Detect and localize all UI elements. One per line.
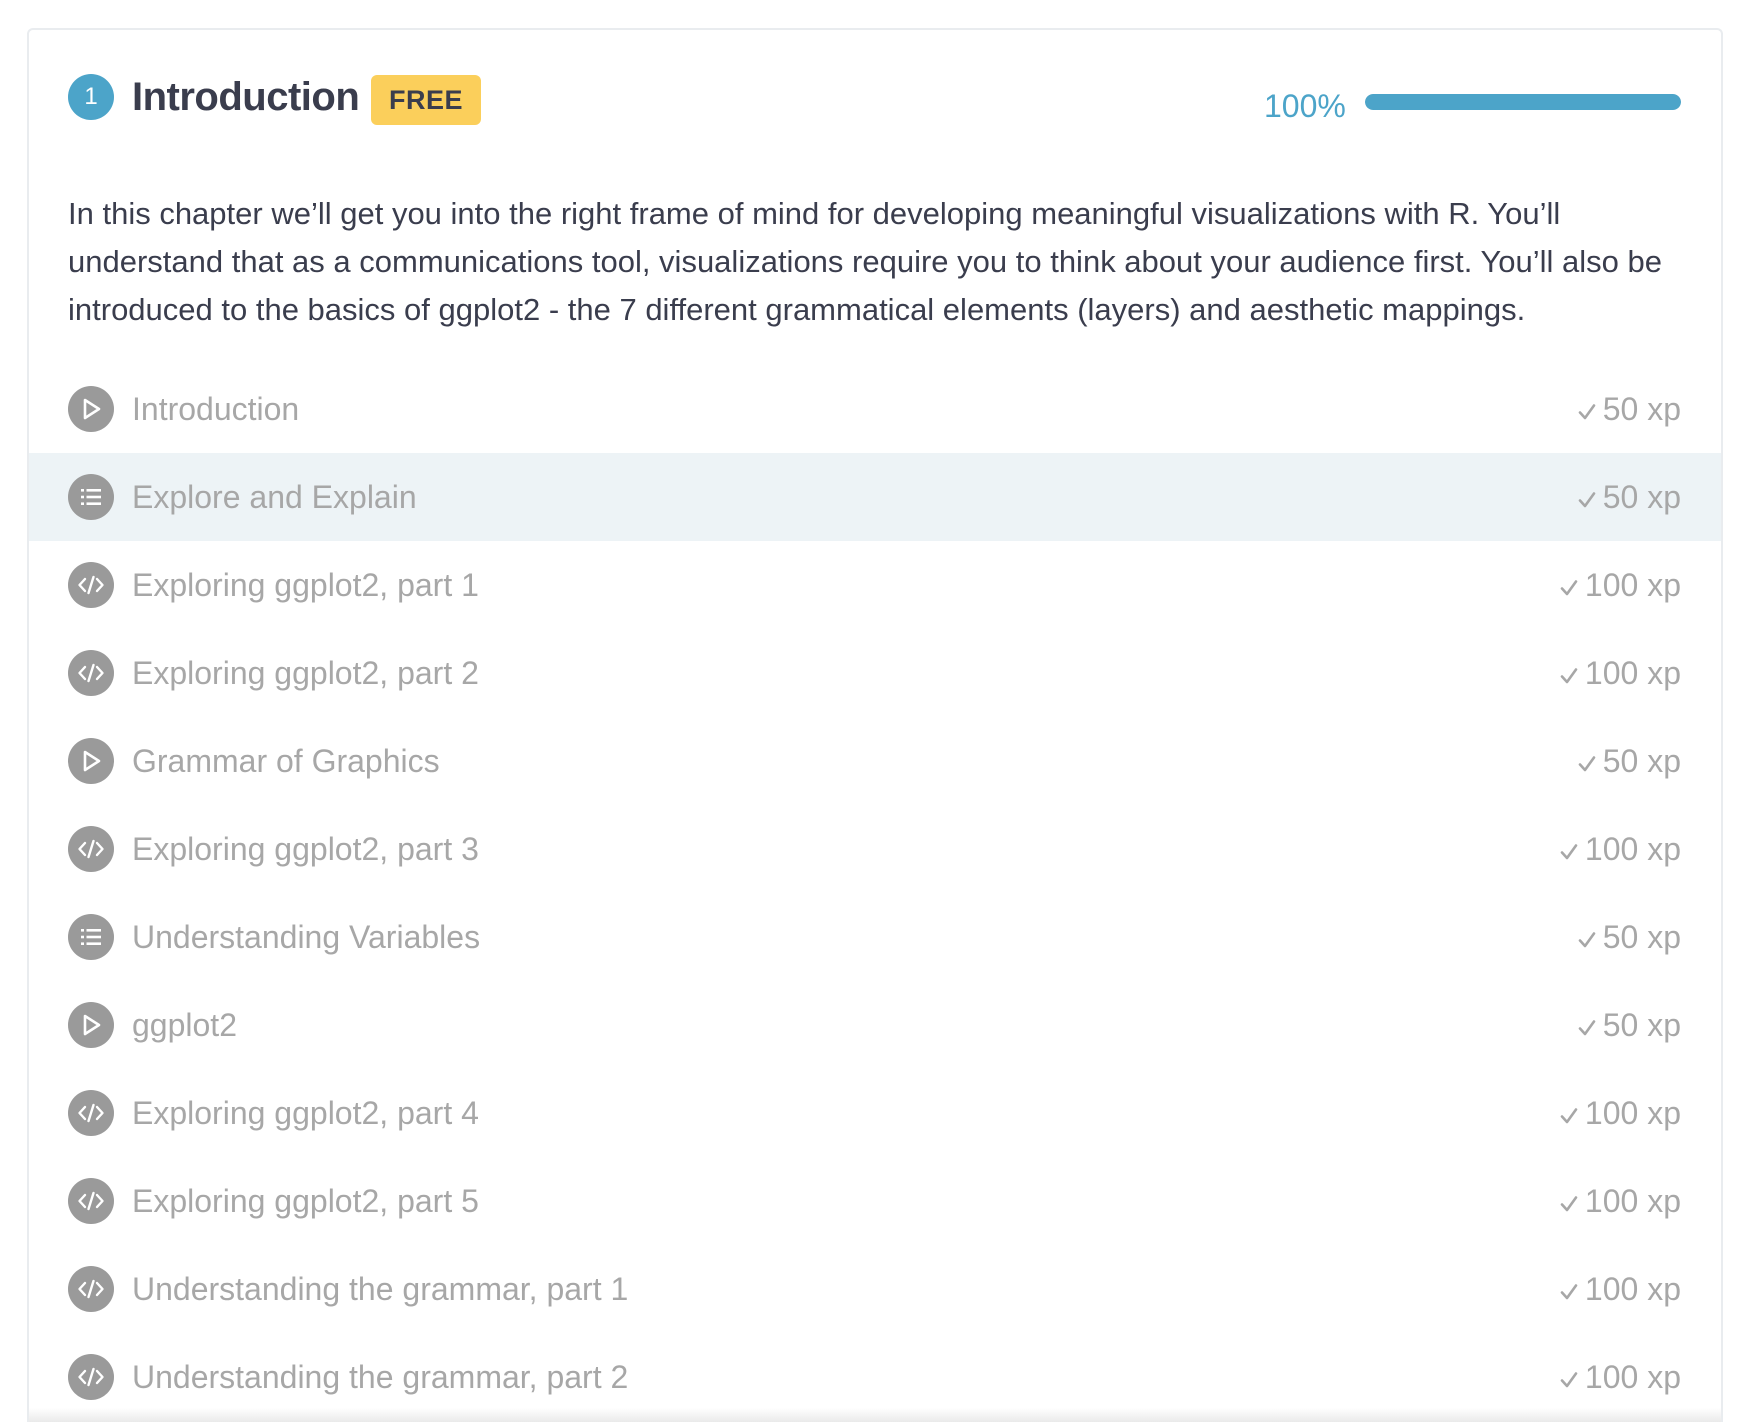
exercise-row[interactable]: Exploring ggplot2, part 5 100 xp xyxy=(29,1157,1721,1245)
exercise-row[interactable]: Exploring ggplot2, part 1 100 xp xyxy=(29,541,1721,629)
exercise-row[interactable]: Grammar of Graphics 50 xp xyxy=(29,717,1721,805)
progress-percent: 100% xyxy=(1264,88,1346,124)
exercise-title[interactable]: Understanding Variables xyxy=(132,893,480,981)
exercise-title[interactable]: Introduction xyxy=(132,365,299,453)
free-badge: FREE xyxy=(371,75,481,125)
exercise-row[interactable]: Exploring ggplot2, part 2 100 xp xyxy=(29,629,1721,717)
exercise-xp: 50 xp xyxy=(1577,893,1681,981)
code-icon xyxy=(68,562,114,608)
exercise-row[interactable]: Exploring ggplot2, part 4 100 xp xyxy=(29,1069,1721,1157)
exercise-xp-value: 100 xp xyxy=(1584,1359,1681,1395)
checkmark-icon xyxy=(1577,919,1603,955)
code-icon xyxy=(68,826,114,872)
play-icon xyxy=(68,1002,114,1048)
code-icon xyxy=(68,1354,114,1400)
exercise-xp: 50 xp xyxy=(1577,365,1681,453)
checkmark-icon xyxy=(1559,1359,1585,1395)
exercise-xp: 50 xp xyxy=(1577,717,1681,805)
exercise-xp-value: 100 xp xyxy=(1584,567,1681,603)
exercise-title[interactable]: Exploring ggplot2, part 5 xyxy=(132,1157,479,1245)
checkmark-icon xyxy=(1577,391,1603,427)
code-icon xyxy=(68,1090,114,1136)
play-icon xyxy=(68,738,114,784)
exercise-title[interactable]: Exploring ggplot2, part 3 xyxy=(132,805,479,893)
checkmark-icon xyxy=(1559,1183,1585,1219)
checkmark-icon xyxy=(1577,743,1603,779)
exercise-xp: 100 xp xyxy=(1559,541,1681,629)
chapter-header: 1 Introduction FREE 100% xyxy=(29,30,1721,150)
exercise-title[interactable]: Exploring ggplot2, part 1 xyxy=(132,541,479,629)
exercise-title[interactable]: Exploring ggplot2, part 4 xyxy=(132,1069,479,1157)
exercise-row[interactable]: ggplot2 50 xp xyxy=(29,981,1721,1069)
checkmark-icon xyxy=(1559,567,1585,603)
exercise-row[interactable]: Introduction 50 xp xyxy=(29,365,1721,453)
exercise-title[interactable]: Grammar of Graphics xyxy=(132,717,440,805)
checkmark-icon xyxy=(1559,1095,1585,1131)
exercise-list: Introduction 50 xp Explore and Explain 50 x… xyxy=(29,365,1721,1421)
exercise-xp-value: 50 xp xyxy=(1602,919,1681,955)
list-icon xyxy=(68,914,114,960)
exercise-xp-value: 100 xp xyxy=(1584,1183,1681,1219)
exercise-title[interactable]: ggplot2 xyxy=(132,981,237,1069)
exercise-xp-value: 100 xp xyxy=(1584,831,1681,867)
exercise-xp-value: 50 xp xyxy=(1602,1007,1681,1043)
exercise-row[interactable]: Understanding the grammar, part 1 100 xp xyxy=(29,1245,1721,1333)
progress-bar-fill xyxy=(1365,94,1681,110)
checkmark-icon xyxy=(1577,1007,1603,1043)
play-icon xyxy=(68,386,114,432)
scroll-fade xyxy=(29,1408,1721,1422)
exercise-xp: 100 xp xyxy=(1559,629,1681,717)
exercise-xp-value: 100 xp xyxy=(1584,1271,1681,1307)
exercise-xp: 100 xp xyxy=(1559,1157,1681,1245)
progress-bar xyxy=(1365,94,1681,110)
checkmark-icon xyxy=(1559,1271,1585,1307)
exercise-xp: 50 xp xyxy=(1577,981,1681,1069)
exercise-title[interactable]: Explore and Explain xyxy=(132,453,417,541)
exercise-xp-value: 50 xp xyxy=(1602,479,1681,515)
exercise-title[interactable]: Exploring ggplot2, part 2 xyxy=(132,629,479,717)
code-icon xyxy=(68,1266,114,1312)
exercise-xp: 100 xp xyxy=(1559,1245,1681,1333)
exercise-xp: 50 xp xyxy=(1577,453,1681,541)
code-icon xyxy=(68,650,114,696)
exercise-row[interactable]: Explore and Explain 50 xp xyxy=(29,453,1721,541)
exercise-xp: 100 xp xyxy=(1559,1069,1681,1157)
exercise-xp-value: 50 xp xyxy=(1602,391,1681,427)
code-icon xyxy=(68,1178,114,1224)
exercise-xp-value: 100 xp xyxy=(1584,655,1681,691)
exercise-title[interactable]: Understanding the grammar, part 1 xyxy=(132,1245,628,1333)
exercise-xp-value: 100 xp xyxy=(1584,1095,1681,1131)
chapter-card: 1 Introduction FREE 100% In this chapter… xyxy=(27,28,1723,1422)
exercise-xp-value: 50 xp xyxy=(1602,743,1681,779)
checkmark-icon xyxy=(1577,479,1603,515)
exercise-row[interactable]: Understanding Variables 50 xp xyxy=(29,893,1721,981)
checkmark-icon xyxy=(1559,831,1585,867)
list-icon xyxy=(68,474,114,520)
exercise-row[interactable]: Exploring ggplot2, part 3 100 xp xyxy=(29,805,1721,893)
exercise-xp: 100 xp xyxy=(1559,805,1681,893)
chapter-number-badge: 1 xyxy=(68,74,114,120)
chapter-description: In this chapter we’ll get you into the r… xyxy=(68,196,1663,327)
checkmark-icon xyxy=(1559,655,1585,691)
chapter-title[interactable]: Introduction xyxy=(132,72,360,122)
